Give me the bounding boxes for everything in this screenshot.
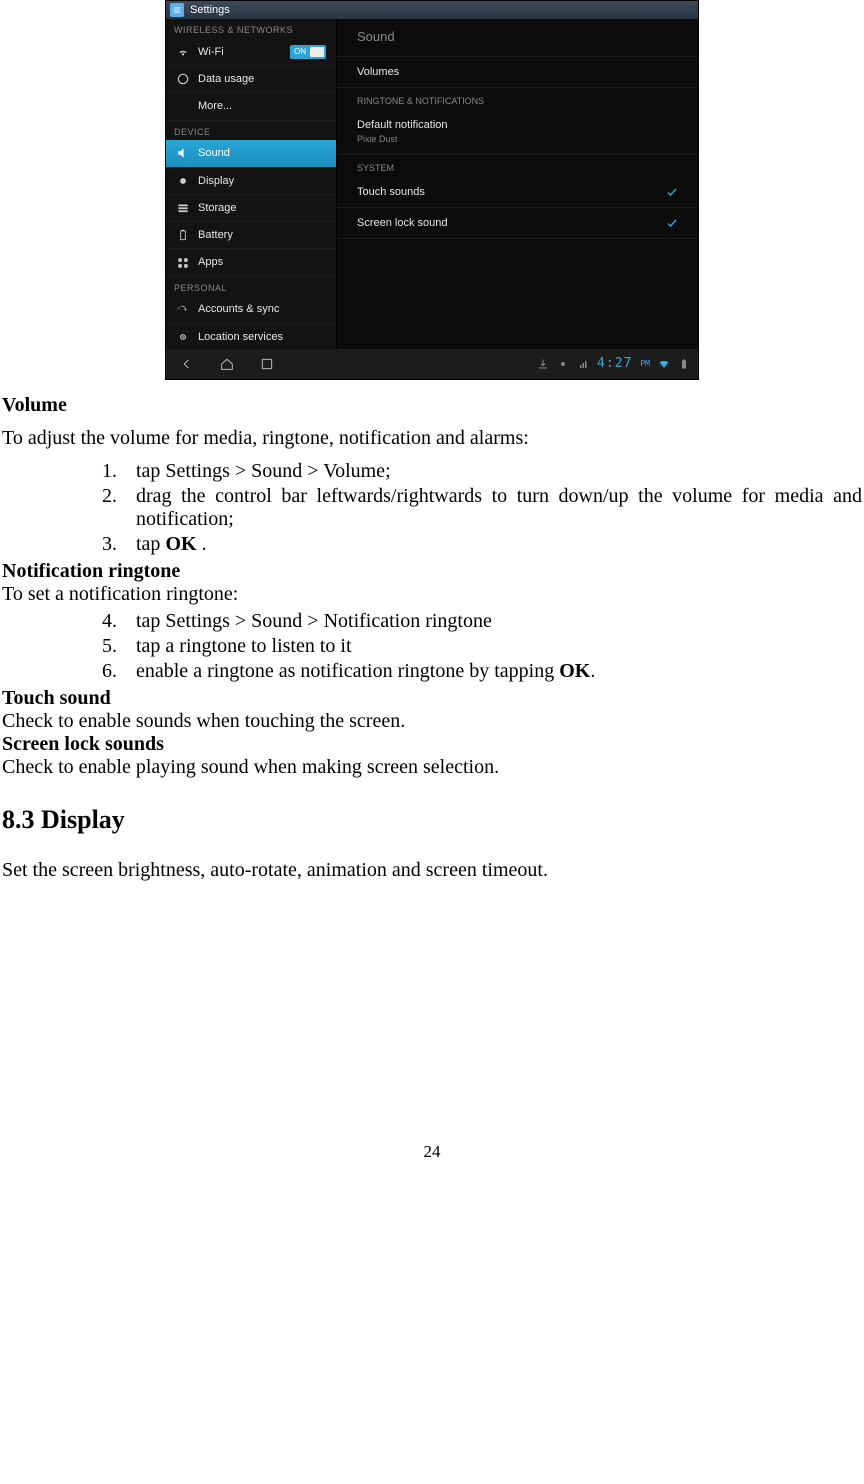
main-label-default-notification: Default notification [357,119,448,131]
main-item-touch-sounds[interactable]: Touch sounds [337,177,698,208]
main-label-screen-lock-sound: Screen lock sound [357,216,448,230]
text-notif-intro: To set a notification ringtone: [2,583,862,606]
main-section-ringtone: RINGTONE & NOTIFICATIONS [337,88,698,110]
apps-icon [176,256,190,270]
wifi-icon [176,45,190,59]
sidebar-label-wifi: Wi-Fi [198,45,282,59]
sync-icon [176,303,190,317]
sidebar-label-data-usage: Data usage [198,72,326,86]
list-item: tap Settings > Sound > Volume; [122,460,862,483]
checkmark-icon [666,186,678,198]
list-item: tap Settings > Sound > Notification ring… [122,610,862,633]
checkmark-icon [666,217,678,229]
main-label-volumes: Volumes [357,65,399,79]
sidebar-label-location-services: Location services [198,330,326,344]
sidebar-item-display[interactable]: Display [166,168,336,195]
main-tab-sound: Sound [337,19,698,57]
sidebar-section-personal: PERSONAL [166,277,336,297]
main-section-system: SYSTEM [337,155,698,177]
sidebar-item-accounts-sync[interactable]: Accounts & sync [166,296,336,323]
storage-icon [176,201,190,215]
sidebar-label-apps: Apps [198,255,326,269]
signal-icon [577,358,589,370]
system-navbar: 4:27 PM [166,349,698,379]
status-clock-ampm: PM [640,359,650,369]
text-lock-body: Check to enable playing sound when makin… [2,756,862,779]
main-label-touch-sounds: Touch sounds [357,185,425,199]
back-button[interactable] [174,355,200,373]
window-title: Settings [190,3,230,17]
blank-icon [176,99,190,113]
sidebar-section-wireless: WIRELESS & NETWORKS [166,19,336,39]
sidebar-item-sound[interactable]: Sound [166,140,336,167]
list-item: drag the control bar leftwards/rightward… [122,485,862,531]
page-number: 24 [2,1142,862,1162]
list-volume-steps: tap Settings > Sound > Volume; drag the … [92,460,862,556]
battery-icon [176,228,190,242]
settings-main-pane: Sound Volumes RINGTONE & NOTIFICATIONS D… [337,19,698,349]
list-notif-steps: tap Settings > Sound > Notification ring… [92,610,862,683]
status-clock-time: 4:27 [597,356,632,373]
sidebar-label-display: Display [198,174,326,188]
main-item-volumes[interactable]: Volumes [337,57,698,88]
sidebar-label-sound: Sound [198,146,326,160]
list-item: tap OK . [122,533,862,556]
sidebar-section-device: DEVICE [166,121,336,141]
sidebar-item-storage[interactable]: Storage [166,195,336,222]
sidebar-label-battery: Battery [198,228,326,242]
settings-sidebar: WIRELESS & NETWORKS Wi-Fi ON Data usage … [166,19,337,349]
heading-touch-sound: Touch sound [2,687,862,710]
location-icon [176,330,190,344]
heading-screen-lock-sounds: Screen lock sounds [2,733,862,756]
list-item: tap a ringtone to listen to it [122,635,862,658]
sidebar-label-accounts-sync: Accounts & sync [198,302,326,316]
sidebar-label-storage: Storage [198,201,326,215]
sidebar-item-location-services[interactable]: Location services [166,324,336,349]
data-usage-icon [176,72,190,86]
text-volume-intro: To adjust the volume for media, ringtone… [2,427,862,450]
wifi-toggle[interactable]: ON [290,45,326,59]
gear-status-icon [557,358,569,370]
settings-screenshot: Settings WIRELESS & NETWORKS Wi-Fi ON Da… [0,0,864,380]
heading-volume: Volume [2,394,862,417]
text-display-body: Set the screen brightness, auto-rotate, … [2,859,862,882]
recent-apps-button[interactable] [254,355,280,373]
heading-notification-ringtone: Notification ringtone [2,560,862,583]
wifi-status-icon [658,358,670,370]
sidebar-item-battery[interactable]: Battery [166,222,336,249]
heading-display-section: 8.3 Display [2,805,862,835]
list-item: enable a ringtone as notification ringto… [122,660,862,683]
download-icon [537,358,549,370]
sidebar-item-apps[interactable]: Apps [166,249,336,276]
sidebar-label-more: More... [198,99,326,113]
main-sub-default-notification: Pixie Dust [357,134,448,146]
text-touch-body: Check to enable sounds when touching the… [2,710,862,733]
display-icon [176,174,190,188]
sidebar-item-more[interactable]: More... [166,93,336,120]
settings-app-icon [170,3,184,17]
battery-status-icon [678,358,690,370]
main-item-screen-lock-sound[interactable]: Screen lock sound [337,208,698,239]
main-item-default-notification[interactable]: Default notification Pixie Dust [337,110,698,155]
sidebar-item-data-usage[interactable]: Data usage [166,66,336,93]
sidebar-item-wifi[interactable]: Wi-Fi ON [166,39,336,66]
home-button[interactable] [214,355,240,373]
window-titlebar: Settings [166,1,698,19]
sound-icon [176,146,190,160]
